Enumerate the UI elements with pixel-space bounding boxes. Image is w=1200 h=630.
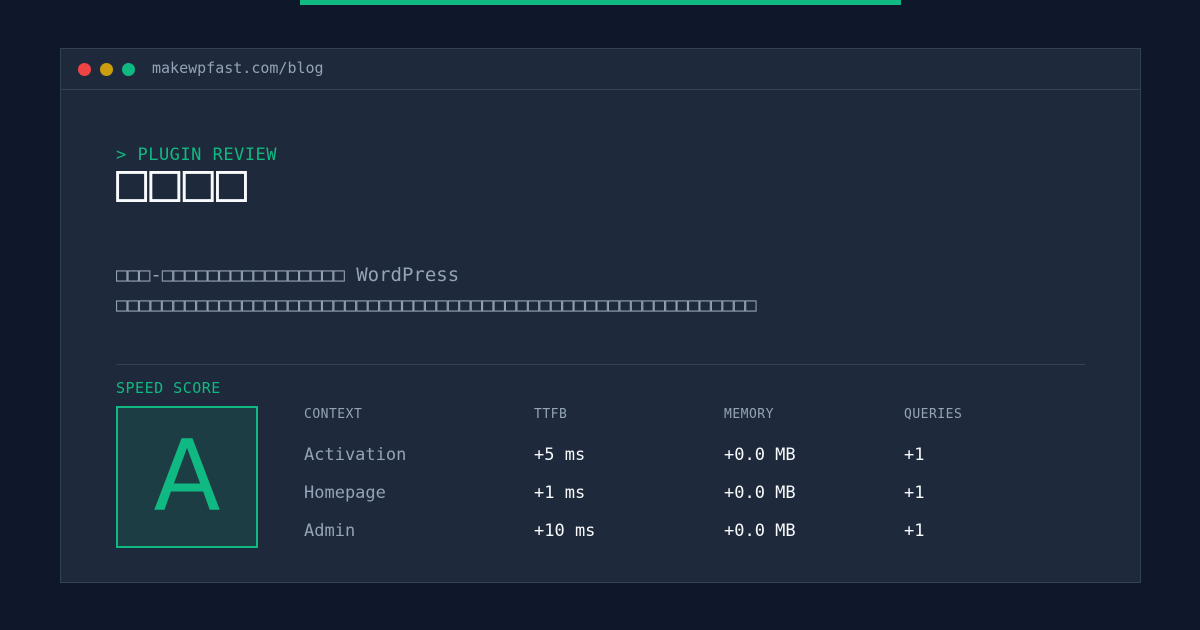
table-row-admin-memory: +0.0 MB bbox=[724, 521, 796, 541]
close-window-dot-icon[interactable] bbox=[78, 63, 91, 76]
article-title: □□□□ bbox=[116, 153, 250, 213]
table-row-homepage-context: Homepage bbox=[304, 483, 386, 503]
maximize-window-dot-icon[interactable] bbox=[122, 63, 135, 76]
table-row-homepage-queries: +1 bbox=[904, 483, 925, 503]
table-row-activation-context: Activation bbox=[304, 445, 407, 465]
speed-grade: A bbox=[153, 420, 221, 534]
table-row-activation-queries: +1 bbox=[904, 445, 925, 465]
window-titlebar: makewpfast.com/blog bbox=[61, 49, 1140, 90]
table-header-context: CONTEXT bbox=[304, 407, 363, 422]
table-row-admin-queries: +1 bbox=[904, 521, 925, 541]
table-row-admin-context: Admin bbox=[304, 521, 356, 541]
speed-grade-box: A bbox=[116, 406, 258, 548]
table-header-ttfb: TTFB bbox=[534, 407, 568, 422]
section-divider bbox=[116, 364, 1085, 365]
table-row-homepage-ttfb: +1 ms bbox=[534, 483, 586, 503]
speed-score-label: SPEED SCORE bbox=[116, 379, 221, 397]
table-header-memory: MEMORY bbox=[724, 407, 774, 422]
address-url: makewpfast.com/blog bbox=[152, 59, 324, 77]
table-header-queries: QUERIES bbox=[904, 407, 963, 422]
table-row-activation-memory: +0.0 MB bbox=[724, 445, 796, 465]
browser-window: makewpfast.com/blog > PLUGIN REVIEW □□□□… bbox=[60, 48, 1141, 583]
article-description: □□□-□□□□□□□□□□□□□□□□ WordPress □□□□□□□□□… bbox=[116, 264, 757, 316]
minimize-window-dot-icon[interactable] bbox=[100, 63, 113, 76]
top-accent-bar bbox=[300, 0, 901, 5]
table-row-activation-ttfb: +5 ms bbox=[534, 445, 586, 465]
table-row-homepage-memory: +0.0 MB bbox=[724, 483, 796, 503]
table-row-admin-ttfb: +10 ms bbox=[534, 521, 596, 541]
